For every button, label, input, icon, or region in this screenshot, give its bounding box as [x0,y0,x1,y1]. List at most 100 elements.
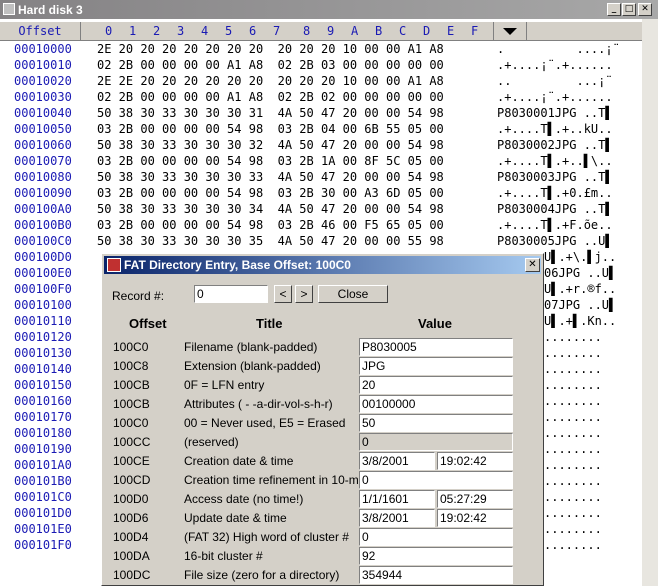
minimize-button[interactable]: _ [607,3,621,16]
row-text[interactable]: ........ [544,458,602,472]
hex-col-12: C [399,24,407,38]
entry-value-field[interactable]: JPG [359,357,513,375]
row-bytes[interactable]: 50 38 30 33 30 30 30 32 4A 50 47 20 00 0… [97,138,444,152]
row-bytes[interactable]: 03 2B 00 00 00 00 54 98 03 2B 46 00 F5 6… [97,218,444,232]
row-text[interactable]: U▌.+r.®f.. [544,282,616,296]
row-bytes[interactable]: 50 38 30 33 30 30 30 33 4A 50 47 20 00 0… [97,170,444,184]
row-text[interactable]: P8030005JPG ..U▌ [497,234,613,248]
row-bytes[interactable]: 02 2B 00 00 00 00 A1 A8 02 2B 03 00 00 0… [97,58,444,72]
row-offset: 00010040 [14,106,72,120]
row-text[interactable]: ........ [544,426,602,440]
editor-title-bar[interactable]: Hard disk 3 _ □ ✕ [0,0,658,19]
row-text[interactable]: .+....T▌.+F.õe.. [497,218,613,232]
entry-value-field[interactable]: 92 [359,547,513,565]
entry-value-field[interactable]: 20 [359,376,513,394]
row-bytes[interactable]: 2E 20 20 20 20 20 20 20 20 20 20 10 00 0… [97,42,444,56]
record-number-input[interactable]: 0 [194,285,268,303]
entry-value-field[interactable]: 0 [359,471,513,489]
next-record-button[interactable]: > [295,285,313,303]
dialog-title-bar[interactable]: FAT Directory Entry, Base Offset: 100C0 [104,256,541,274]
hex-app-icon [107,258,121,272]
hex-col-9: 9 [327,24,335,38]
row-offset: 000100F0 [14,282,72,296]
row-text[interactable]: ........ [544,490,602,504]
vertical-scrollbar[interactable] [642,19,658,586]
hex-col-5: 5 [225,24,233,38]
fat-directory-dialog[interactable]: FAT Directory Entry, Base Offset: 100C0 … [101,253,544,586]
row-text[interactable]: .+....¡¨.+...... [497,58,613,72]
row-bytes[interactable]: 2E 2E 20 20 20 20 20 20 20 20 20 10 00 0… [97,74,444,88]
row-text[interactable]: U▌.+\.▌j.. [544,250,616,264]
row-offset: 00010190 [14,442,72,456]
entry-title: (FAT 32) High word of cluster # [184,530,349,544]
entry-offset: 100D0 [113,492,149,506]
dialog-title: FAT Directory Entry, Base Offset: 100C0 [124,258,351,272]
row-text[interactable]: U▌.+▌.Kn.. [544,314,616,328]
entry-value-field[interactable]: 3/8/2001 [359,452,435,470]
row-text[interactable]: .+....¡¨.+...... [497,90,613,104]
dialog-close-text-button[interactable]: Close [318,285,388,303]
entry-title: 00 = Never used, E5 = Erased [184,416,346,430]
row-text[interactable]: ........ [544,522,602,536]
row-bytes[interactable]: 50 38 30 33 30 30 30 34 4A 50 47 20 00 0… [97,202,444,216]
entry-value-field[interactable]: P8030005 [359,338,513,356]
row-text[interactable]: .+....T▌.+..kU.. [497,122,613,136]
row-bytes[interactable]: 02 2B 00 00 00 00 A1 A8 02 2B 02 00 00 0… [97,90,444,104]
entry-value-field[interactable]: 50 [359,414,513,432]
entry-title: File size (zero for a directory) [184,568,340,582]
row-text[interactable]: .. ...¡¨ [497,74,613,88]
row-text[interactable]: .+....T▌.+..▌\.. [497,154,613,168]
entry-offset: 100CC [113,435,151,449]
hex-col-11: B [375,24,383,38]
row-bytes[interactable]: 50 38 30 33 30 30 30 31 4A 50 47 20 00 0… [97,106,444,120]
row-text[interactable]: ........ [544,474,602,488]
row-offset: 00010100 [14,298,72,312]
chevron-down-icon[interactable] [493,22,527,40]
row-bytes[interactable]: 03 2B 00 00 00 00 54 98 03 2B 1A 00 8F 5… [97,154,444,168]
hex-col-13: D [423,24,431,38]
entry-value-field[interactable]: 0 [359,433,513,451]
entry-offset: 100CB [113,397,150,411]
entry-time-field[interactable]: 05:27:29 [437,490,513,508]
row-text[interactable]: 06JPG ..U▌ [544,266,616,280]
maximize-button[interactable]: □ [622,3,636,16]
entry-value-field[interactable]: 3/8/2001 [359,509,435,527]
entry-value-field[interactable]: 354944 [359,566,513,584]
row-text[interactable]: ........ [544,362,602,376]
entry-value-field[interactable]: 1/1/1601 [359,490,435,508]
row-text[interactable]: ........ [544,506,602,520]
close-button[interactable]: ✕ [638,3,652,16]
row-bytes[interactable]: 03 2B 00 00 00 00 54 98 03 2B 04 00 6B 5… [97,122,444,136]
title-column-header: Title [256,316,283,331]
row-text[interactable]: 07JPG ..U▌ [544,298,616,312]
row-text[interactable]: ........ [544,538,602,552]
hex-col-0: 0 [105,24,113,38]
row-text[interactable]: ........ [544,410,602,424]
entry-value-field[interactable]: 00100000 [359,395,513,413]
window-icon[interactable] [3,3,15,15]
row-text[interactable]: . ....¡¨ [497,42,620,56]
row-text[interactable]: ........ [544,346,602,360]
row-text[interactable]: P8030002JPG ..T▌ [497,138,613,152]
entry-offset: 100DA [113,549,150,563]
row-text[interactable]: P8030004JPG ..T▌ [497,202,613,216]
entry-value-field[interactable]: 0 [359,528,513,546]
entry-time-field[interactable]: 19:02:42 [437,509,513,527]
entry-offset: 100DC [113,568,151,582]
row-bytes[interactable]: 03 2B 00 00 00 00 54 98 03 2B 30 00 A3 6… [97,186,444,200]
row-bytes[interactable]: 50 38 30 33 30 30 30 35 4A 50 47 20 00 0… [97,234,444,248]
row-offset: 00010150 [14,378,72,392]
dialog-close-button[interactable]: ✕ [525,258,540,272]
row-text[interactable]: P8030003JPG ..T▌ [497,170,613,184]
row-text[interactable]: ........ [544,330,602,344]
hex-col-8: 8 [303,24,311,38]
row-offset: 00010060 [14,138,72,152]
row-text[interactable]: ........ [544,378,602,392]
prev-record-button[interactable]: < [274,285,292,303]
entry-time-field[interactable]: 19:02:42 [437,452,513,470]
entry-title: (reserved) [184,435,239,449]
row-text[interactable]: .+....T▌.+0.£m.. [497,186,613,200]
row-text[interactable]: ........ [544,442,602,456]
row-text[interactable]: P8030001JPG ..T▌ [497,106,613,120]
row-text[interactable]: ........ [544,394,602,408]
